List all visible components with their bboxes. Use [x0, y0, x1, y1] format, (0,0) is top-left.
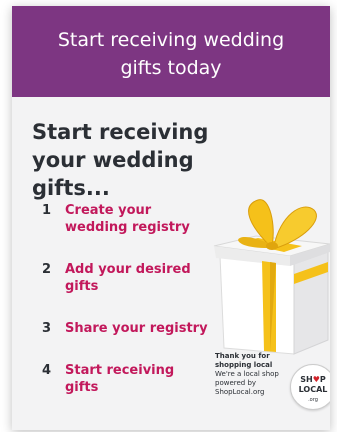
step-item: 4 Start receiving gifts: [42, 362, 185, 396]
thank-you-title: Thank you for shopping local: [215, 352, 273, 369]
thank-you-body: We're a local shop powered by ShopLocal.…: [215, 370, 279, 396]
heart-icon: ♥: [312, 375, 320, 384]
step-label: Start receiving gifts: [65, 363, 175, 395]
thank-you-note: Thank you for shopping local We're a loc…: [215, 352, 285, 397]
step-label: Add your desired gifts: [65, 262, 191, 294]
step-label: Create your wedding registry: [65, 203, 190, 235]
logo-bottom-line: LOCAL: [298, 385, 328, 394]
header-banner: Start receiving wedding gifts today: [12, 6, 330, 97]
logo-top-line: SH♥P: [300, 375, 326, 384]
step-number: 1: [42, 203, 52, 218]
banner-title: Start receiving wedding gifts today: [57, 28, 285, 79]
step-item: 2 Add your desired gifts: [42, 261, 215, 295]
logo-org: .org: [308, 397, 318, 403]
gift-box-icon: [213, 199, 330, 355]
step-number: 2: [42, 262, 52, 277]
shop-local-logo-icon: SH♥P LOCAL .org: [290, 364, 330, 410]
ad-card: Start receiving wedding gifts today Star…: [12, 6, 330, 430]
step-number: 3: [42, 321, 52, 336]
step-item: 3 Share your registry: [42, 320, 235, 337]
step-item: 1 Create your wedding registry: [42, 202, 215, 236]
step-number: 4: [42, 363, 52, 378]
